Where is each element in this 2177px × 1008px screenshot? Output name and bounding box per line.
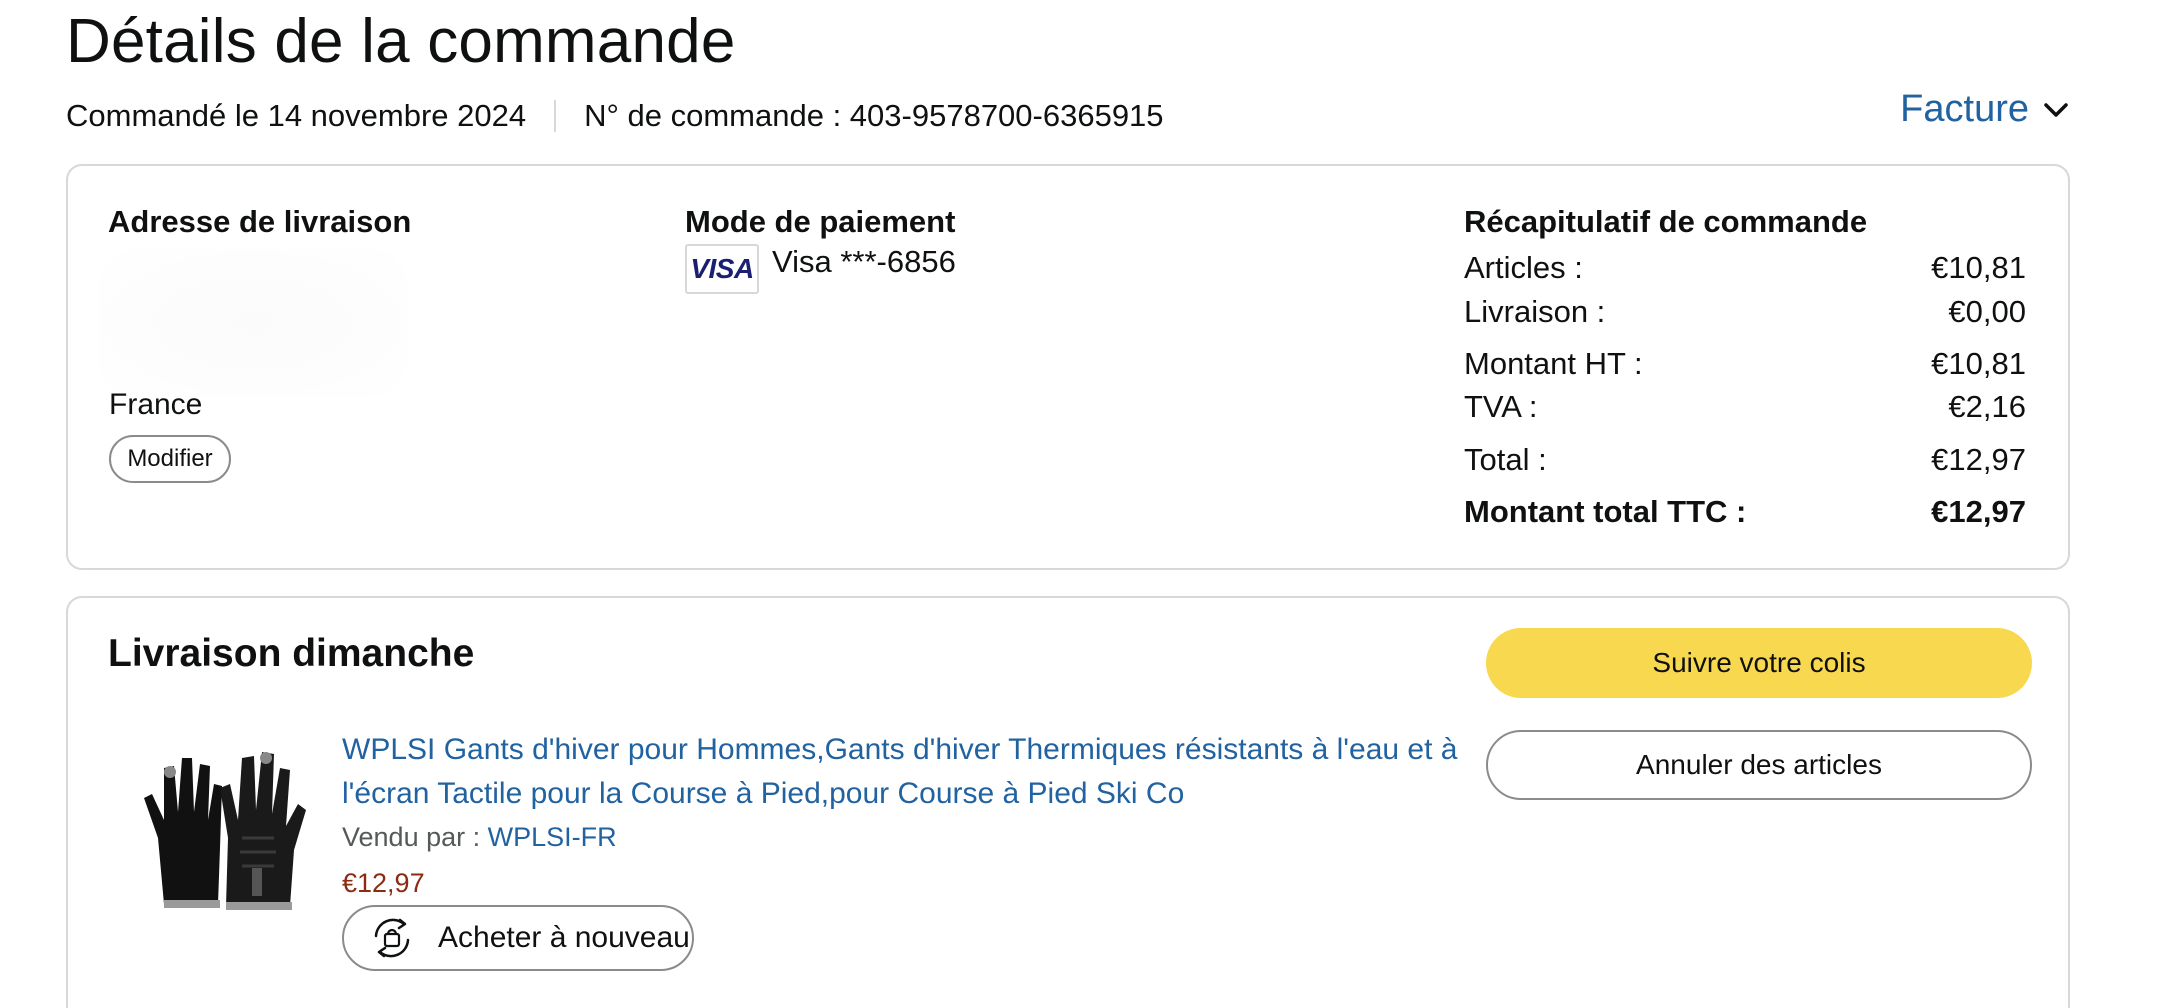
order-number: N° de commande : 403-9578700-6365915: [584, 98, 1164, 133]
summary-row-subtotal-ht: Montant HT : €10,81: [1464, 346, 2026, 382]
chevron-down-icon: [2044, 102, 2068, 117]
summary-label: TVA :: [1464, 389, 1538, 424]
invoice-dropdown[interactable]: Facture: [1900, 88, 2069, 131]
summary-row-vat: TVA : €2,16: [1464, 389, 2026, 425]
shipping-address-heading: Adresse de livraison: [108, 204, 412, 239]
summary-value: €10,81: [1931, 250, 2026, 285]
meta-divider: [554, 100, 557, 132]
summary-label: Montant HT :: [1464, 346, 1643, 381]
summary-row-shipping: Livraison : €0,00: [1464, 294, 2026, 330]
summary-label: Articles :: [1464, 250, 1583, 285]
summary-label: Total :: [1464, 442, 1547, 477]
summary-label: Montant total TTC :: [1464, 494, 1747, 529]
summary-row-items: Articles : €10,81: [1464, 250, 2026, 286]
summary-value: €12,97: [1931, 494, 2026, 529]
order-details-page: Détails de la commande Commandé le 14 no…: [0, 0, 2177, 1008]
seller-link[interactable]: WPLSI-FR: [488, 822, 617, 852]
sold-by: Vendu par : WPLSI-FR: [342, 822, 617, 853]
page-title: Détails de la commande: [66, 7, 736, 76]
address-country: France: [109, 388, 203, 421]
summary-value: €2,16: [1948, 389, 2026, 424]
product-title-link[interactable]: WPLSI Gants d'hiver pour Hommes,Gants d'…: [342, 728, 1506, 816]
summary-label: Livraison :: [1464, 294, 1606, 329]
cancel-items-button[interactable]: Annuler des articles: [1486, 730, 2032, 800]
buy-again-icon: [374, 918, 410, 958]
order-summary-heading: Récapitulatif de commande: [1464, 204, 1868, 239]
buy-again-label: Acheter à nouveau: [438, 921, 690, 954]
order-meta: Commandé le 14 novembre 2024 N° de comma…: [66, 96, 1164, 136]
buy-again-button[interactable]: Acheter à nouveau: [342, 905, 694, 971]
modify-address-button[interactable]: Modifier: [109, 435, 231, 483]
summary-value: €0,00: [1948, 294, 2026, 329]
payment-card-text: Visa ***-6856: [772, 244, 956, 279]
shipment-heading: Livraison dimanche: [108, 632, 475, 675]
summary-value: €12,97: [1931, 442, 2026, 477]
payment-method-heading: Mode de paiement: [685, 204, 956, 239]
shipment-card: Livraison dimanche WPLSI Gants d'hiver p…: [66, 596, 2070, 1008]
redacted-address: [98, 248, 408, 398]
order-summary-card: Adresse de livraison France Modifier Mod…: [66, 164, 2070, 570]
summary-row-total: Total : €12,97: [1464, 442, 2026, 478]
track-package-button[interactable]: Suivre votre colis: [1486, 628, 2032, 698]
summary-row-grand-total: Montant total TTC : €12,97: [1464, 494, 2026, 530]
visa-logo: VISA: [685, 244, 759, 294]
order-date: Commandé le 14 novembre 2024: [66, 98, 527, 133]
sold-by-label: Vendu par :: [342, 822, 488, 852]
summary-value: €10,81: [1931, 346, 2026, 381]
glove-product-image[interactable]: [134, 728, 308, 914]
product-price: €12,97: [342, 868, 425, 898]
invoice-label: Facture: [1900, 88, 2029, 130]
